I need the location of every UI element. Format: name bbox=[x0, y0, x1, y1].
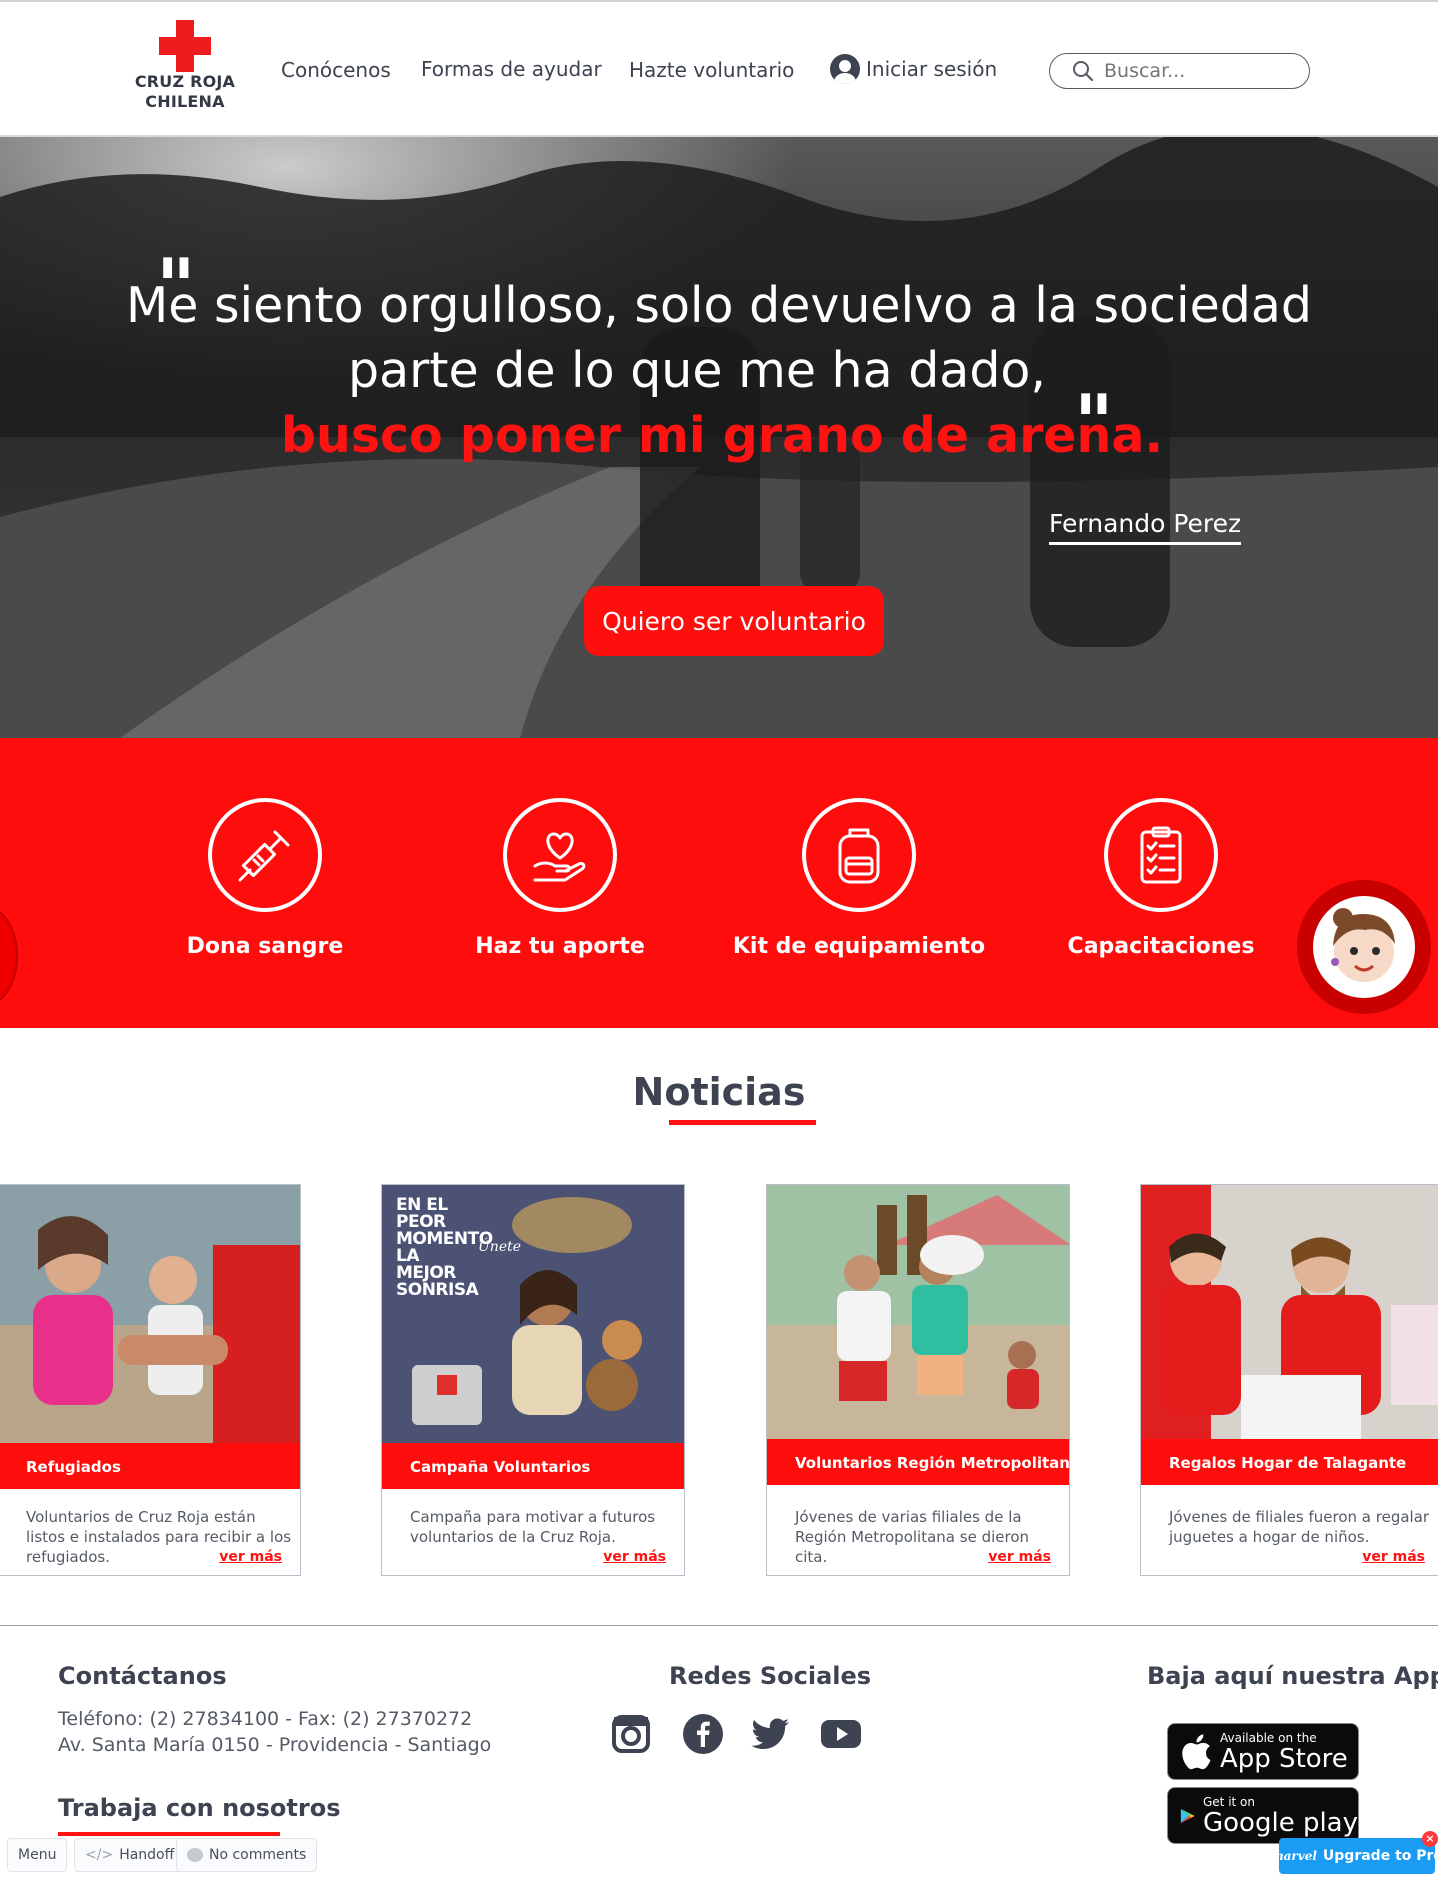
handoff-label: Handoff bbox=[119, 1847, 175, 1863]
service-kit-de-equipamiento[interactable]: Kit de equipamiento bbox=[709, 798, 1009, 959]
facebook-icon[interactable] bbox=[683, 1714, 723, 1754]
services-band: Dona sangre Haz tu aporte Kit de equipam… bbox=[0, 738, 1438, 1028]
login-link[interactable]: Iniciar sesión bbox=[830, 54, 997, 84]
logo-text-line1: CRUZ ROJA bbox=[134, 72, 236, 91]
work-title-underline bbox=[58, 1832, 280, 1836]
service-label: Kit de equipamiento bbox=[732, 934, 986, 959]
syringe-icon bbox=[208, 798, 322, 912]
heart-hand-icon bbox=[503, 798, 617, 912]
news-card-campana-voluntarios[interactable]: EN EL PEOR MOMENTO LA MEJOR SONRISA Únet… bbox=[381, 1184, 685, 1576]
google-play-small-text: Get it on bbox=[1203, 1794, 1256, 1809]
handoff-button[interactable]: </> Handoff bbox=[74, 1838, 186, 1872]
assistant-avatar-icon bbox=[1313, 896, 1415, 998]
comments-label: No comments bbox=[209, 1847, 307, 1863]
comments-button[interactable]: No comments bbox=[176, 1838, 318, 1872]
quote-author: Fernando Perez bbox=[1049, 509, 1242, 545]
clipboard-icon bbox=[1104, 798, 1218, 912]
contact-address: Av. Santa María 0150 - Providencia - San… bbox=[58, 1734, 492, 1756]
ver-mas-link[interactable]: ver más bbox=[219, 1549, 282, 1565]
service-label: Capacitaciones bbox=[1067, 934, 1255, 959]
app-store-big-text: App Store bbox=[1220, 1743, 1348, 1774]
chat-assistant-button[interactable] bbox=[1297, 880, 1431, 1014]
google-play-icon bbox=[1180, 1808, 1195, 1823]
side-tab[interactable] bbox=[0, 908, 18, 1004]
search-icon bbox=[1073, 61, 1094, 82]
hero-quote-line1: Me siento orgulloso, solo devuelvo a la … bbox=[126, 277, 1312, 334]
logo-text-line2: CHILENA bbox=[145, 92, 225, 111]
app-title: Baja aquí nuestra App bbox=[1147, 1662, 1438, 1690]
news-section-title: Noticias bbox=[632, 1070, 806, 1114]
close-quote-mark: " bbox=[1074, 378, 1114, 467]
news-card-description: Campaña para motivar a futuros voluntari… bbox=[410, 1508, 656, 1546]
news-card-region-metropolitana[interactable]: Voluntarios Región Metropolitana Jóvenes… bbox=[766, 1184, 1070, 1576]
app-store-small-text: Available on the bbox=[1220, 1730, 1317, 1745]
search-box[interactable] bbox=[1049, 53, 1310, 89]
news-image-campana: EN EL PEOR MOMENTO LA MEJOR SONRISA Únet… bbox=[382, 1185, 684, 1443]
comment-icon bbox=[187, 1848, 203, 1862]
close-icon[interactable]: × bbox=[1422, 1831, 1438, 1847]
twitter-icon[interactable] bbox=[751, 1714, 791, 1754]
code-icon: </> bbox=[85, 1847, 114, 1863]
upgrade-to-pro-button[interactable]: marvel Upgrade to Pro × bbox=[1271, 1831, 1438, 1874]
google-play-badge[interactable]: Get it on Google play bbox=[1167, 1787, 1359, 1844]
backpack-icon bbox=[802, 798, 916, 912]
news-image-region-metropolitana bbox=[767, 1185, 1069, 1439]
login-label: Iniciar sesión bbox=[866, 57, 998, 81]
hero-quote-line3: busco poner mi grano de arena. bbox=[280, 407, 1164, 464]
poster-title: EN EL PEOR MOMENTO LA MEJOR SONRISA bbox=[396, 1195, 493, 1300]
ver-mas-link[interactable]: ver más bbox=[603, 1549, 666, 1565]
search-input[interactable] bbox=[1104, 60, 1294, 82]
hero-banner: " Me siento orgulloso, solo devuelvo a l… bbox=[0, 137, 1438, 738]
nav-formas-de-ayudar[interactable]: Formas de ayudar bbox=[421, 57, 602, 81]
nav-hazte-voluntario[interactable]: Hazte voluntario bbox=[629, 58, 794, 82]
site-header: CRUZ ROJA CHILENA Conócenos Formas de ay… bbox=[0, 0, 1438, 137]
news-card-tag: Regalos Hogar de Talagante bbox=[1141, 1439, 1438, 1485]
app-store-text: Available on the App Store bbox=[1220, 1731, 1348, 1773]
news-card-tag: Campaña Voluntarios bbox=[382, 1443, 684, 1489]
news-title-underline bbox=[669, 1120, 816, 1125]
user-icon bbox=[830, 54, 860, 84]
news-card-tag: Voluntarios Región Metropolitana bbox=[767, 1439, 1069, 1485]
ver-mas-link[interactable]: ver más bbox=[1362, 1549, 1425, 1565]
upgrade-label: Upgrade to Pro bbox=[1322, 1848, 1438, 1864]
service-capacitaciones[interactable]: Capacitaciones bbox=[1011, 798, 1311, 959]
news-image-regalos-talagante bbox=[1141, 1185, 1438, 1439]
volunteer-cta-button[interactable]: Quiero ser voluntario bbox=[584, 586, 884, 656]
contact-title: Contáctanos bbox=[58, 1662, 227, 1690]
service-dona-sangre[interactable]: Dona sangre bbox=[115, 798, 415, 959]
nav-conocenos[interactable]: Conócenos bbox=[281, 58, 391, 82]
news-card-description: Jóvenes de filiales fueron a regalar jug… bbox=[1169, 1508, 1430, 1546]
google-play-text: Get it on Google play bbox=[1203, 1795, 1358, 1837]
youtube-icon[interactable] bbox=[821, 1714, 861, 1754]
red-cross-icon bbox=[159, 20, 211, 72]
service-label: Haz tu aporte bbox=[475, 934, 645, 959]
news-image-refugiados bbox=[0, 1185, 300, 1443]
news-card-tag: Refugiados bbox=[0, 1443, 300, 1489]
instagram-icon[interactable] bbox=[611, 1714, 651, 1754]
cruz-roja-logo[interactable]: CRUZ ROJA CHILENA bbox=[130, 20, 240, 120]
page: CRUZ ROJA CHILENA Conócenos Formas de ay… bbox=[0, 0, 1438, 1880]
news-card-regalos-talagante[interactable]: Regalos Hogar de Talagante Jóvenes de fi… bbox=[1140, 1184, 1438, 1576]
work-with-us-link[interactable]: Trabaja con nosotros bbox=[58, 1794, 341, 1822]
ver-mas-link[interactable]: ver más bbox=[988, 1549, 1051, 1565]
social-title: Redes Sociales bbox=[669, 1662, 872, 1690]
marvel-logo: marvel bbox=[1270, 1849, 1317, 1863]
menu-label: Menu bbox=[18, 1847, 57, 1863]
app-store-badge[interactable]: Available on the App Store bbox=[1167, 1723, 1359, 1780]
service-haz-tu-aporte[interactable]: Haz tu aporte bbox=[410, 798, 710, 959]
news-card-refugiados[interactable]: Refugiados Voluntarios de Cruz Roja está… bbox=[0, 1184, 301, 1576]
poster-cta: Únete bbox=[478, 1239, 522, 1255]
menu-button[interactable]: Menu bbox=[7, 1838, 68, 1872]
apple-icon bbox=[1182, 1733, 1211, 1769]
service-label: Dona sangre bbox=[186, 934, 344, 959]
hero-quote-line2: parte de lo que me ha dado, bbox=[348, 342, 1046, 399]
contact-phone: Teléfono: (2) 27834100 - Fax: (2) 273702… bbox=[58, 1708, 473, 1730]
google-play-big-text: Google play bbox=[1203, 1807, 1358, 1838]
